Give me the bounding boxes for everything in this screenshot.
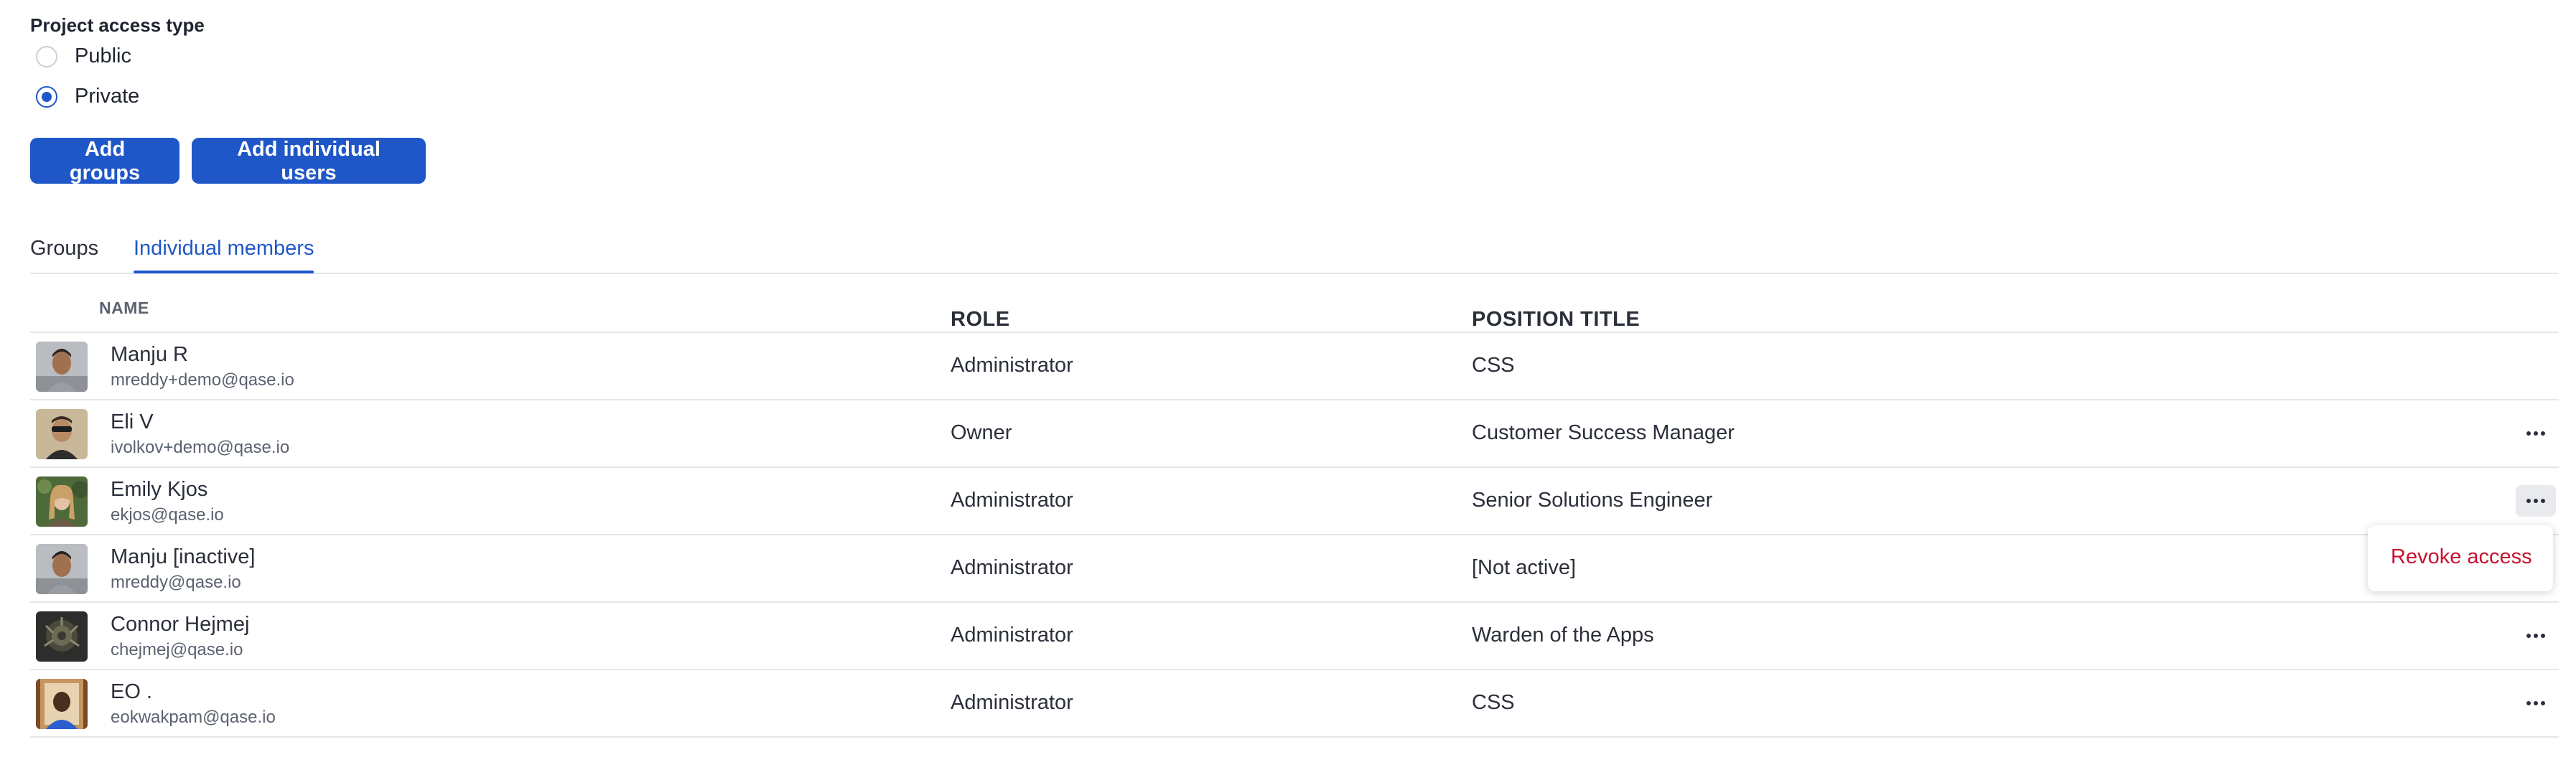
user-position: CSS xyxy=(1472,354,1515,377)
table-row: Emily Kjos ekjos@qase.io Administrator S… xyxy=(30,468,2559,535)
user-position: CSS xyxy=(1472,691,1515,714)
user-role: Administrator xyxy=(951,624,1073,647)
table-row: Manju R mreddy+demo@qase.io Administrato… xyxy=(30,333,2559,400)
user-position: Warden of the Apps xyxy=(1472,624,1654,647)
more-icon-dot xyxy=(2534,701,2538,705)
more-icon xyxy=(2526,701,2531,705)
row-actions-button[interactable] xyxy=(2516,620,2556,652)
avatar xyxy=(36,544,88,594)
add-groups-button[interactable]: Add groups xyxy=(30,138,179,184)
more-icon xyxy=(2526,431,2531,436)
avatar xyxy=(36,679,88,729)
user-email: chejmej@qase.io xyxy=(111,640,243,659)
user-email: mreddy@qase.io xyxy=(111,573,241,592)
header-name: NAME xyxy=(99,299,149,317)
member-tabs: Groups Individual members xyxy=(30,237,2559,274)
more-icon-dot xyxy=(2541,634,2545,638)
more-icon xyxy=(2526,634,2531,638)
table-row: EO . eokwakpam@qase.io Administrator CSS xyxy=(30,670,2559,738)
table-row: Manju [inactive] mreddy@qase.io Administ… xyxy=(30,535,2559,603)
radio-private-circle[interactable] xyxy=(36,85,57,108)
user-role: Administrator xyxy=(951,489,1073,512)
table-row: Eli V ivolkov+demo@qase.io Owner Custome… xyxy=(30,400,2559,468)
user-email: ekjos@qase.io xyxy=(111,505,224,525)
access-type-label: Project access type xyxy=(30,14,205,36)
avatar xyxy=(36,409,88,459)
radio-private-label: Private xyxy=(75,85,140,108)
more-icon-dot xyxy=(2534,634,2538,638)
more-icon-dot xyxy=(2541,431,2545,436)
row-actions-button[interactable] xyxy=(2516,418,2556,449)
radio-public[interactable]: Public xyxy=(36,44,131,68)
tab-groups[interactable]: Groups xyxy=(30,237,98,271)
header-position-title: POSITION TITLE xyxy=(1472,308,1641,331)
avatar xyxy=(36,611,88,662)
radio-public-circle[interactable] xyxy=(36,45,57,67)
tab-individual-members[interactable]: Individual members xyxy=(134,237,314,273)
user-name: Manju [inactive] xyxy=(111,545,256,568)
revoke-access-menu-item[interactable]: Revoke access xyxy=(2391,545,2532,569)
add-individual-users-button[interactable]: Add individual users xyxy=(192,138,426,184)
avatar xyxy=(36,476,88,527)
user-name: Eli V xyxy=(111,410,154,433)
table-row: Connor Hejmej chejmej@qase.io Administra… xyxy=(30,603,2559,670)
project-access-page: Project access type Public Private Add g… xyxy=(0,0,2576,775)
avatar xyxy=(36,342,88,392)
user-name: Manju R xyxy=(111,343,188,366)
user-email: mreddy+demo@qase.io xyxy=(111,370,294,390)
user-name: Connor Hejmej xyxy=(111,613,250,636)
user-position: [Not active] xyxy=(1472,556,1577,579)
table-header: NAME ROLE POSITION TITLE xyxy=(30,287,2559,333)
radio-private[interactable]: Private xyxy=(36,85,139,108)
row-actions-button[interactable] xyxy=(2516,687,2556,719)
user-email: eokwakpam@qase.io xyxy=(111,708,276,727)
more-icon xyxy=(2526,499,2531,503)
user-role: Administrator xyxy=(951,556,1073,579)
more-icon-dot xyxy=(2541,701,2545,705)
user-email: ivolkov+demo@qase.io xyxy=(111,438,290,457)
user-position: Customer Success Manager xyxy=(1472,421,1735,444)
row-actions-menu: Revoke access xyxy=(2368,525,2553,591)
more-icon-dot xyxy=(2534,431,2538,436)
more-icon-dot xyxy=(2541,499,2545,503)
header-role: ROLE xyxy=(951,308,1010,331)
more-icon-dot xyxy=(2534,499,2538,503)
user-role: Administrator xyxy=(951,691,1073,714)
user-name: Emily Kjos xyxy=(111,478,208,501)
user-role: Administrator xyxy=(951,354,1073,377)
user-position: Senior Solutions Engineer xyxy=(1472,489,1713,512)
radio-public-label: Public xyxy=(75,44,131,67)
row-actions-button[interactable] xyxy=(2516,485,2556,517)
user-role: Owner xyxy=(951,421,1012,444)
user-name: EO . xyxy=(111,680,153,703)
